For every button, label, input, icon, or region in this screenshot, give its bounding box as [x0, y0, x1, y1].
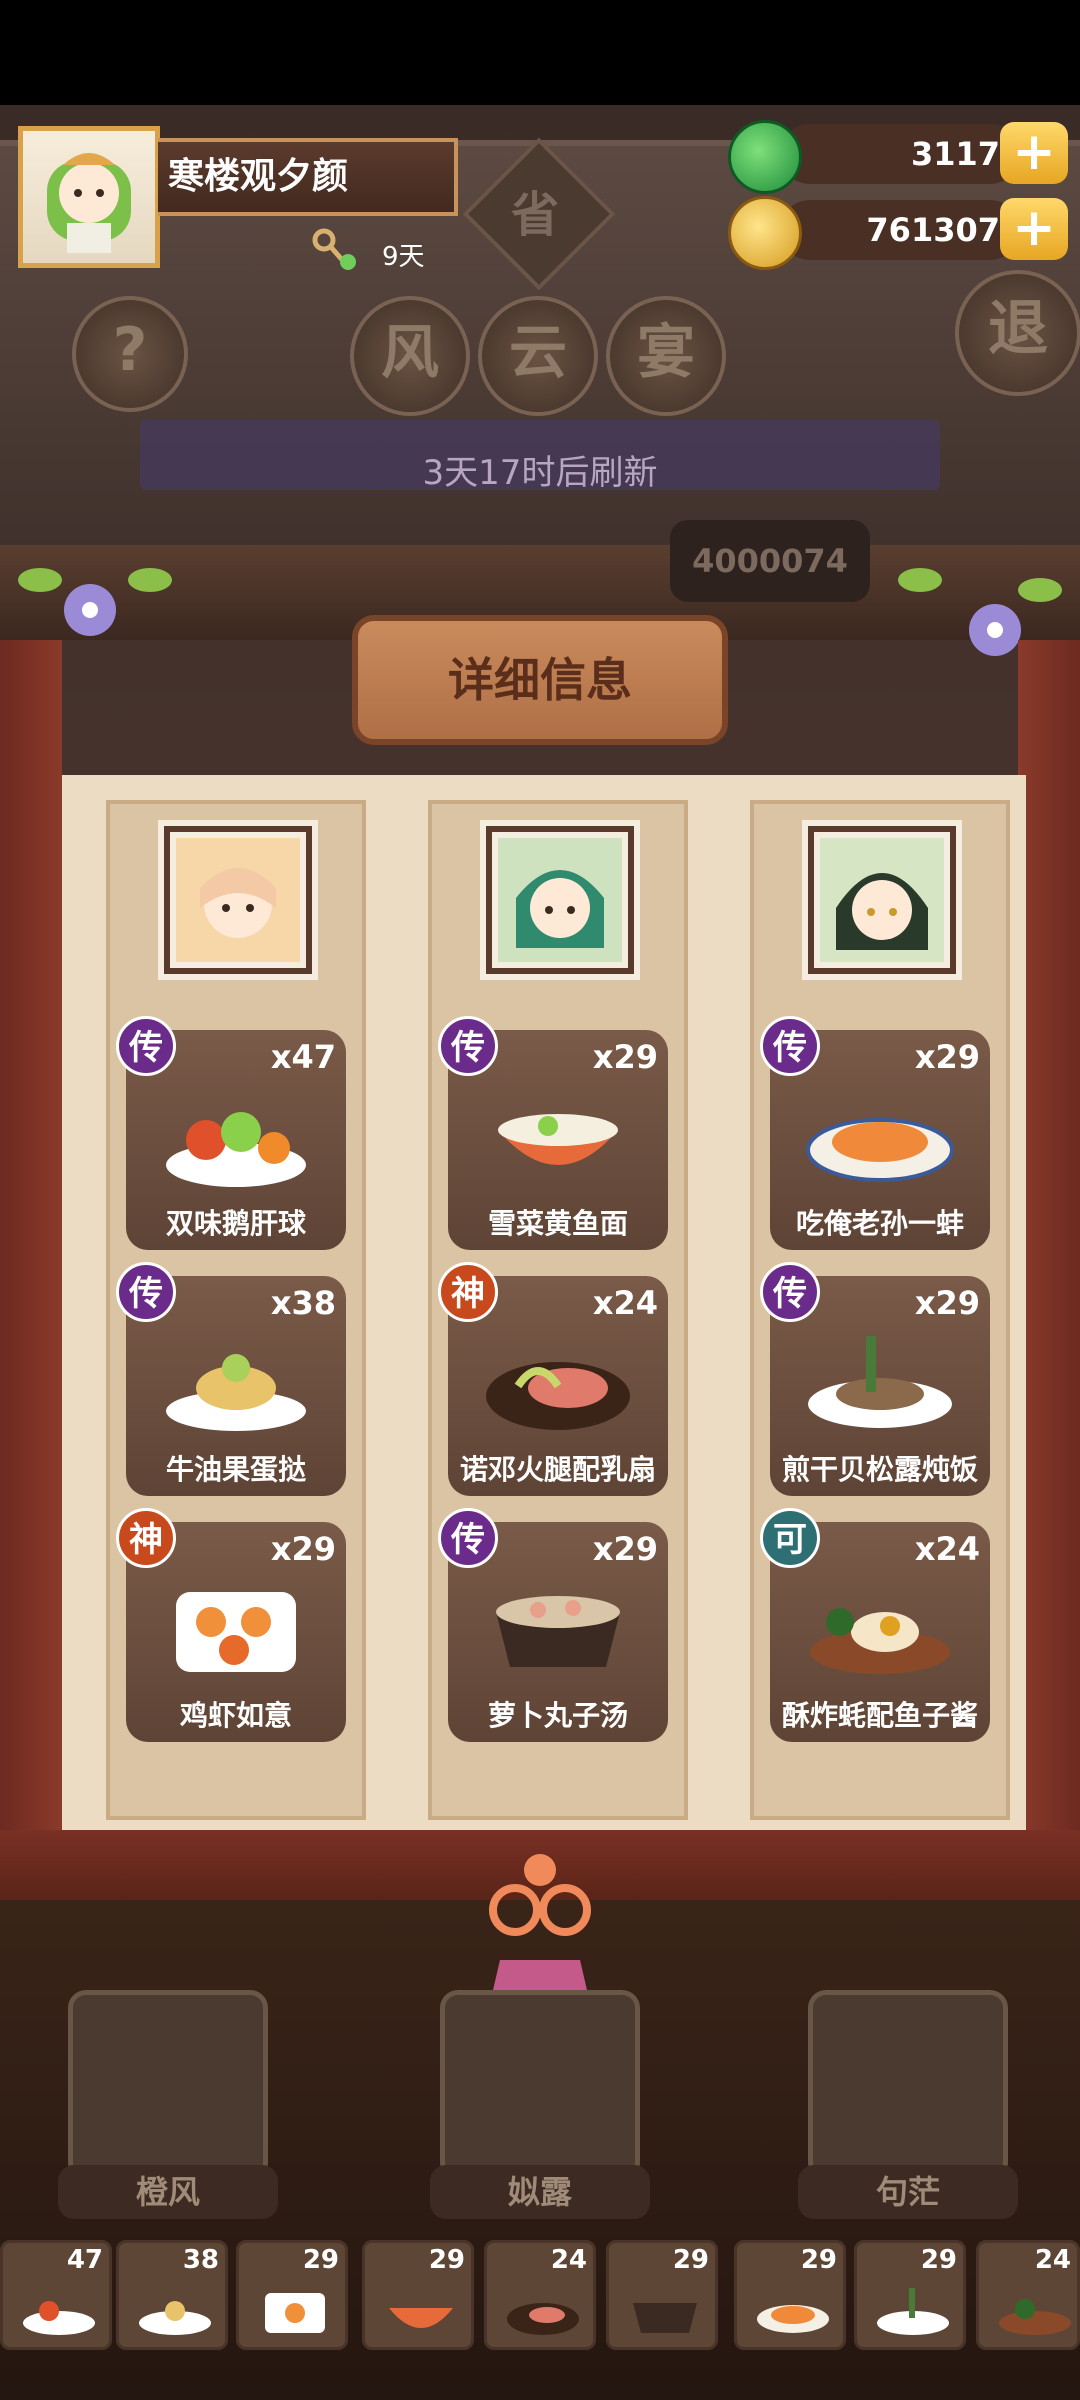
- dish-image-icon: [486, 1362, 630, 1430]
- dish-thumb-icon: [507, 2303, 579, 2335]
- thumb-count: 47: [66, 2245, 103, 2275]
- rarity-badge: 传: [438, 1508, 498, 1568]
- thumb-count: 24: [550, 2245, 587, 2275]
- rarity-badge: 神: [116, 1508, 176, 1568]
- title-char-feng: 风: [350, 296, 470, 416]
- thumb-count: 29: [920, 2245, 957, 2275]
- dish-name: 雪菜黄鱼面: [487, 1207, 628, 1240]
- dish-thumb-icon: [23, 2301, 95, 2335]
- coin-amount: 761307: [780, 200, 1020, 260]
- dish-thumbnail[interactable]: 29: [606, 2240, 718, 2350]
- dish-thumb-icon: [389, 2308, 453, 2328]
- dish-count: x24: [914, 1530, 980, 1568]
- chef-portrait-1[interactable]: [158, 820, 318, 980]
- dish-count: x29: [270, 1530, 336, 1568]
- thumb-count: 38: [182, 2245, 219, 2275]
- rarity-badge: 传: [760, 1016, 820, 1076]
- dish-name: 萝卜丸子汤: [487, 1699, 628, 1732]
- dish-image-icon: [496, 1596, 620, 1667]
- rarity-badge: 神: [438, 1262, 498, 1322]
- days-label: 9天: [382, 242, 425, 272]
- dish-image-icon: [498, 1114, 618, 1165]
- dish-thumbnail[interactable]: 29: [854, 2240, 966, 2350]
- thumb-count: 29: [672, 2245, 709, 2275]
- chef-name-3: 句茫: [798, 2165, 1018, 2219]
- exit-button[interactable]: 退: [955, 270, 1080, 396]
- dish-thumbnail[interactable]: 24: [484, 2240, 596, 2350]
- dish-image-icon: [810, 1608, 950, 1674]
- avatar-portrait-icon: [47, 153, 131, 253]
- dish-name: 煎干贝松露炖饭: [781, 1453, 978, 1486]
- rarity-badge: 传: [438, 1016, 498, 1076]
- dish-thumb-icon: [139, 2301, 211, 2335]
- rarity-badge: 传: [760, 1262, 820, 1322]
- add-jade-button[interactable]: +: [1000, 122, 1068, 184]
- dish-thumbnail[interactable]: 29: [236, 2240, 348, 2350]
- rarity-badge: 可: [760, 1508, 820, 1568]
- frame-right: [1018, 640, 1080, 1880]
- title-char-yan: 宴: [606, 296, 726, 416]
- dish-image-icon: [176, 1592, 296, 1672]
- chef-slot-2[interactable]: [440, 1990, 640, 2180]
- dish-thumbnail[interactable]: 47: [0, 2240, 112, 2350]
- jade-icon: [728, 120, 802, 194]
- dish-thumbnail[interactable]: 29: [362, 2240, 474, 2350]
- dish-count: x38: [270, 1284, 336, 1322]
- dish-name: 吃俺老孙一蚌: [795, 1207, 964, 1240]
- chef-face-3-icon: [820, 838, 944, 962]
- chef-face-1-icon: [176, 838, 300, 962]
- dish-thumb-icon: [265, 2293, 325, 2333]
- detail-title: 详细信息: [352, 615, 728, 745]
- dish-image-icon: [806, 1118, 954, 1182]
- help-button[interactable]: ?: [72, 296, 188, 412]
- add-coins-button[interactable]: +: [1000, 198, 1068, 260]
- chef-slot-3[interactable]: [808, 1990, 1008, 2180]
- dish-count: x29: [592, 1530, 658, 1568]
- frame-left: [0, 640, 62, 1880]
- chef-slot-1[interactable]: [68, 1990, 268, 2180]
- chef-name-1: 橙风: [58, 2165, 278, 2219]
- score-display: 4000074: [670, 520, 870, 602]
- chef-portrait-3[interactable]: [802, 820, 962, 980]
- dish-image-icon: [166, 1354, 306, 1431]
- chef-face-2-icon: [498, 838, 622, 962]
- dish-name: 诺邓火腿配乳扇: [459, 1453, 656, 1486]
- dish-thumb-icon: [999, 2299, 1071, 2335]
- dish-thumbnail[interactable]: 38: [116, 2240, 228, 2350]
- dish-image-icon: [166, 1112, 306, 1187]
- dish-name: 牛油果蛋挞: [165, 1453, 306, 1486]
- dish-count: x29: [914, 1284, 980, 1322]
- dish-count: x29: [592, 1038, 658, 1076]
- dish-thumbnail[interactable]: 24: [976, 2240, 1080, 2350]
- status-bar-area: [0, 0, 1080, 105]
- dish-count: x47: [270, 1038, 336, 1076]
- title-char-yun: 云: [478, 296, 598, 416]
- chef-portrait-2[interactable]: [480, 820, 640, 980]
- dish-name: 酥炸蚝配鱼子酱: [781, 1699, 978, 1732]
- rarity-badge: 传: [116, 1262, 176, 1322]
- dish-thumbnail[interactable]: 29: [734, 2240, 846, 2350]
- chef-name-2: 姒露: [430, 2165, 650, 2219]
- dish-name: 鸡虾如意: [179, 1699, 292, 1732]
- dish-count: x29: [914, 1038, 980, 1076]
- dish-image-icon: [808, 1336, 952, 1428]
- thumb-count: 29: [800, 2245, 837, 2275]
- jade-amount: 3117: [780, 124, 1020, 184]
- key-icon: [310, 228, 360, 278]
- player-avatar[interactable]: [18, 126, 160, 268]
- dish-count: x24: [592, 1284, 658, 1322]
- dish-thumb-icon: [633, 2303, 697, 2333]
- dish-thumb-icon: [877, 2288, 949, 2335]
- thumb-count: 29: [302, 2245, 339, 2275]
- player-name: 寒楼观夕颜: [158, 138, 458, 216]
- dish-thumb-icon: [757, 2305, 829, 2333]
- coin-icon: [728, 196, 802, 270]
- rarity-badge: 传: [116, 1016, 176, 1076]
- thumb-count: 24: [1034, 2245, 1071, 2275]
- dish-name: 双味鹅肝球: [165, 1207, 306, 1240]
- province-button[interactable]: 省: [485, 175, 585, 245]
- thumb-count: 29: [428, 2245, 465, 2275]
- refresh-timer: 3天17时后刷新: [422, 453, 658, 493]
